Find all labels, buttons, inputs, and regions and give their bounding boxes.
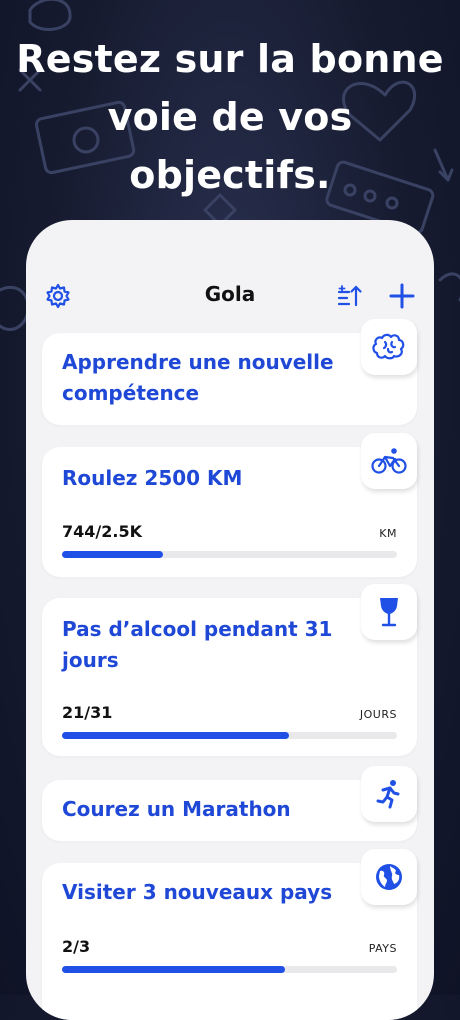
progress-unit: PAYS: [368, 942, 397, 955]
wine-glass-icon: [380, 598, 398, 627]
progress-fill: [62, 551, 163, 558]
goal-title: Pas d’alcool pendant 31 jours: [62, 617, 333, 672]
goal-icon-badge: [361, 584, 417, 640]
progress-value: 2/3: [62, 937, 91, 956]
goal-icon-badge: [361, 766, 417, 822]
globe-icon: [376, 864, 402, 890]
progress-track: [62, 551, 397, 558]
goal-title: Roulez 2500 KM: [62, 466, 243, 490]
goal-card-cycling[interactable]: Roulez 2500 KM 744/2.5K KM: [42, 433, 417, 577]
headline-line-1: Restez sur la bonne: [16, 37, 444, 81]
headline-line-3: objectifs.: [129, 153, 331, 197]
phone-screen: Gola Apprendre une nouvelle compétence R…: [26, 220, 434, 1020]
sort-icon[interactable]: [335, 282, 363, 310]
bicycle-icon: [371, 448, 407, 474]
progress-value: 744/2.5K: [62, 522, 142, 541]
brain-icon: [372, 333, 405, 360]
goal-card-skill[interactable]: Apprendre une nouvelle compétence: [42, 319, 417, 425]
progress-value: 21/31: [62, 703, 113, 722]
goal-card-marathon[interactable]: Courez un Marathon: [42, 766, 417, 841]
progress-unit: KM: [379, 527, 397, 540]
goal-title: Visiter 3 nouveaux pays: [62, 880, 333, 904]
goal-title: Apprendre une nouvelle compétence: [62, 350, 334, 405]
goal-icon-badge: [361, 319, 417, 375]
goal-icon-badge: [361, 433, 417, 489]
progress-fill: [62, 966, 286, 973]
plus-icon[interactable]: [388, 282, 416, 310]
progress-track: [62, 732, 397, 739]
goal-card-travel[interactable]: Visiter 3 nouveaux pays 2/3 PAYS: [42, 849, 417, 1020]
goal-title: Courez un Marathon: [62, 797, 291, 821]
goal-card-no-alcohol[interactable]: Pas d’alcool pendant 31 jours 21/31 JOUR…: [42, 584, 417, 756]
goal-icon-badge: [361, 849, 417, 905]
headline: Restez sur la bonne voie de vos objectif…: [0, 30, 460, 204]
progress-track: [62, 966, 397, 973]
app-header: Gola: [26, 280, 434, 316]
app-title: Gola: [204, 282, 256, 306]
runner-icon: [376, 780, 400, 809]
progress-unit: JOURS: [359, 708, 397, 721]
headline-line-2: voie de vos: [107, 95, 353, 139]
progress-fill: [62, 732, 289, 739]
